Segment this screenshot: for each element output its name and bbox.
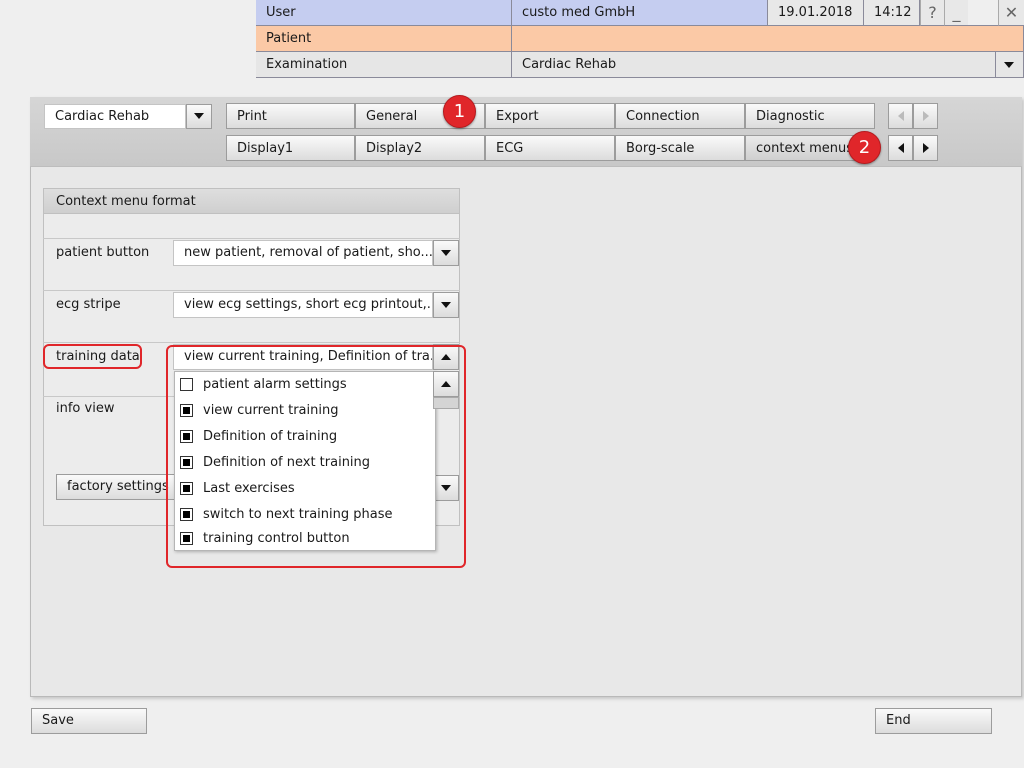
tabs-row2-next-button[interactable] bbox=[913, 135, 938, 161]
divider bbox=[43, 238, 460, 239]
tabs-row2-prev-button[interactable] bbox=[888, 135, 913, 161]
ecg-stripe-dropdown-button[interactable] bbox=[433, 292, 459, 318]
divider bbox=[43, 290, 460, 291]
patient-label[interactable]: Patient bbox=[256, 26, 512, 52]
tab-display2[interactable]: Display2 bbox=[355, 135, 485, 161]
patient-button-label: patient button bbox=[56, 245, 150, 260]
close-icon[interactable]: ✕ bbox=[998, 0, 1024, 26]
ecg-stripe-label: ecg stripe bbox=[56, 297, 121, 312]
tab-display1[interactable]: Display1 bbox=[226, 135, 355, 161]
chevron-down-icon bbox=[1004, 62, 1014, 68]
info-view-label: info view bbox=[56, 401, 115, 416]
help-icon[interactable]: ? bbox=[920, 0, 944, 26]
tabs-row1-next-button[interactable] bbox=[913, 103, 938, 129]
end-button[interactable]: End bbox=[875, 708, 992, 734]
patient-button-dropdown-button[interactable] bbox=[433, 240, 459, 266]
examination-dropdown-button[interactable] bbox=[996, 52, 1024, 78]
user-value: custo med GmbH bbox=[512, 0, 768, 26]
chevron-down-icon bbox=[441, 302, 451, 308]
arrow-left-icon bbox=[897, 143, 904, 153]
patient-value[interactable] bbox=[512, 26, 1024, 52]
chevron-down-icon bbox=[194, 113, 204, 119]
minimize-icon[interactable]: _ bbox=[944, 0, 968, 26]
ecg-stripe-select[interactable]: view ecg settings, short ecg printout,..… bbox=[173, 292, 433, 318]
factory-settings-button[interactable]: factory settings bbox=[56, 474, 176, 500]
divider bbox=[43, 342, 460, 343]
arrow-left-icon bbox=[897, 111, 904, 121]
tab-print[interactable]: Print bbox=[226, 103, 355, 129]
tab-connection[interactable]: Connection bbox=[615, 103, 745, 129]
tab-borg-scale[interactable]: Borg-scale bbox=[615, 135, 745, 161]
spacer bbox=[968, 0, 1000, 26]
examination-label: Examination bbox=[256, 52, 512, 78]
user-label: User bbox=[256, 0, 512, 26]
annotation-badge-1: 1 bbox=[443, 95, 476, 128]
annotation-badge-2: 2 bbox=[848, 131, 881, 164]
tabs-row1-prev-button[interactable] bbox=[888, 103, 913, 129]
training-data-label: training data bbox=[56, 349, 140, 364]
tab-export[interactable]: Export bbox=[485, 103, 615, 129]
date-display: 19.01.2018 bbox=[768, 0, 864, 26]
examination-value[interactable]: Cardiac Rehab bbox=[512, 52, 996, 78]
tab-diagnostic[interactable]: Diagnostic bbox=[745, 103, 875, 129]
patient-button-select[interactable]: new patient, removal of patient, sho... bbox=[173, 240, 433, 266]
arrow-right-icon bbox=[922, 111, 929, 121]
module-select[interactable]: Cardiac Rehab bbox=[44, 104, 186, 129]
chevron-down-icon bbox=[441, 250, 451, 256]
tab-ecg[interactable]: ECG bbox=[485, 135, 615, 161]
module-select-button[interactable] bbox=[186, 104, 212, 129]
group-title: Context menu format bbox=[43, 188, 460, 214]
dropdown-highlight bbox=[166, 345, 466, 568]
arrow-right-icon bbox=[922, 143, 929, 153]
time-display: 14:12 bbox=[864, 0, 920, 26]
save-button[interactable]: Save bbox=[31, 708, 147, 734]
